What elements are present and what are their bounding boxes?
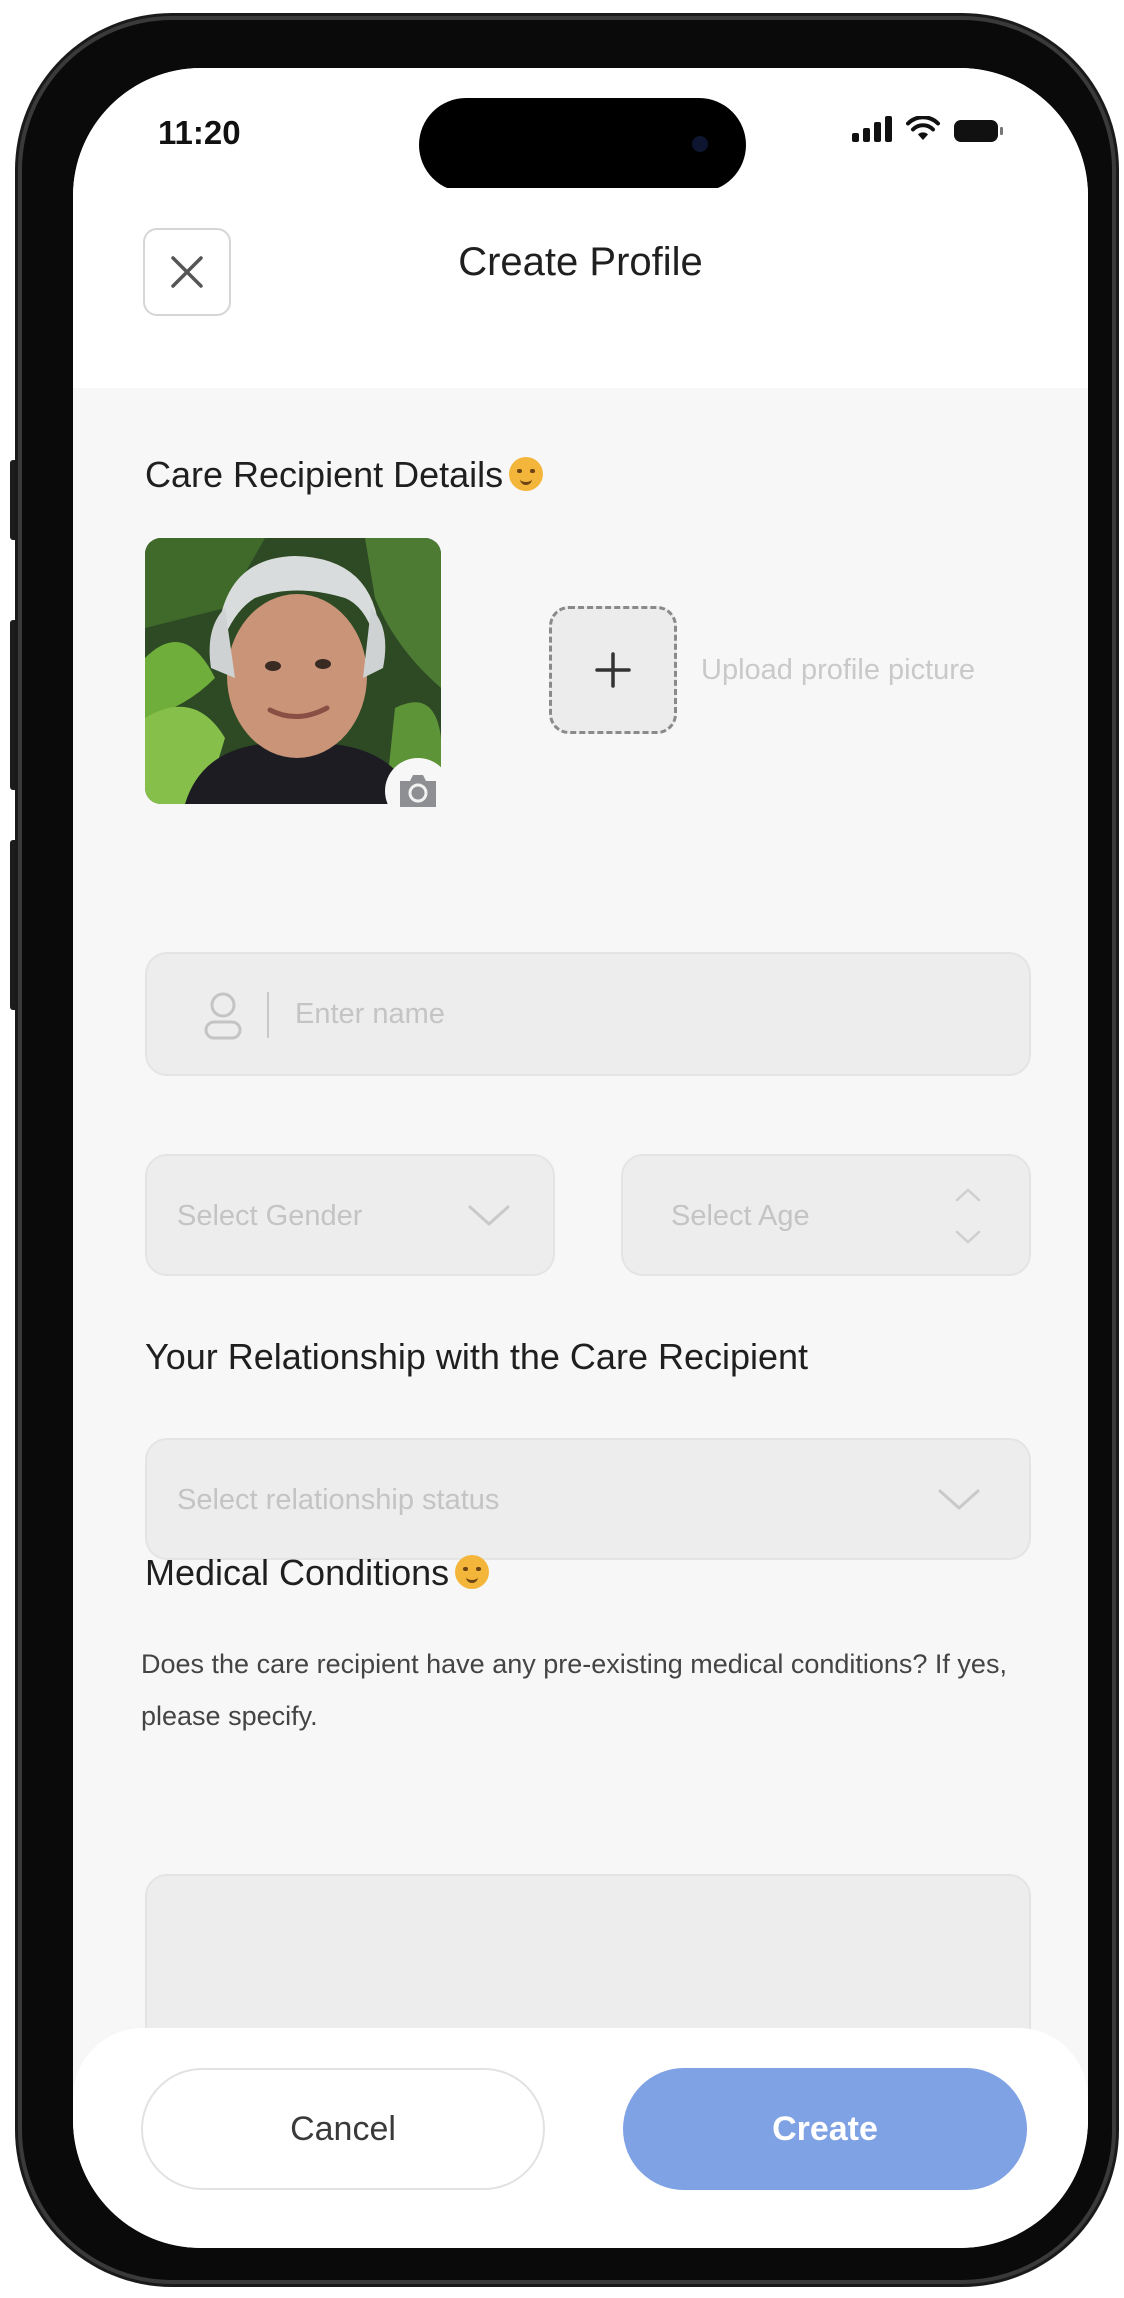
- status-bar: 11:20: [73, 68, 1088, 192]
- battery-icon: [954, 120, 1003, 142]
- relieved-face-emoji-icon: [509, 457, 544, 491]
- gender-select-placeholder: Select Gender: [177, 1200, 363, 1232]
- relationship-heading: Your Relationship with the Care Recipien…: [145, 1336, 809, 1377]
- volume-down-button: [10, 840, 20, 1010]
- name-field[interactable]: Enter name: [145, 952, 1031, 1076]
- age-select[interactable]: Select Age: [621, 1154, 1031, 1276]
- page-title: Create Profile: [458, 240, 703, 284]
- stepper-up-icon: [955, 1188, 981, 1202]
- medical-conditions-heading-text: Medical Conditions: [145, 1552, 450, 1593]
- wifi-icon: [906, 116, 940, 140]
- relationship-select-placeholder: Select relationship status: [177, 1484, 500, 1516]
- status-icons: [852, 116, 1003, 142]
- gender-select[interactable]: Select Gender: [145, 1154, 555, 1276]
- plus-icon: [595, 652, 631, 688]
- upload-picture-button[interactable]: [549, 606, 677, 734]
- care-recipient-heading-text: Care Recipient Details: [145, 454, 504, 495]
- name-input-placeholder: Enter name: [295, 998, 445, 1030]
- user-icon: [204, 992, 242, 1040]
- action-button: [10, 460, 20, 540]
- status-time: 11:20: [158, 114, 241, 151]
- chevron-down-icon: [938, 1489, 980, 1510]
- chevron-down-icon: [468, 1205, 510, 1226]
- cellular-signal-icon: [852, 116, 892, 142]
- camera-icon: [400, 775, 436, 807]
- cancel-button[interactable]: Cancel: [141, 2068, 545, 2190]
- stepper-down-icon: [955, 1230, 981, 1244]
- app-screen: 11:20 Create Profile Care Recipient Deta…: [73, 68, 1088, 2248]
- dynamic-island: [419, 98, 746, 192]
- volume-up-button: [10, 620, 20, 790]
- care-recipient-heading: Care Recipient Details: [145, 454, 544, 496]
- create-button[interactable]: Create: [623, 2068, 1027, 2190]
- change-photo-button[interactable]: [385, 758, 451, 824]
- medical-conditions-heading: Medical Conditions: [145, 1552, 490, 1594]
- smiling-emoji-icon: [455, 1555, 490, 1589]
- medical-conditions-description: Does the care recipient have any pre-exi…: [141, 1649, 1007, 1731]
- upload-picture-label: Upload profile picture: [701, 654, 976, 686]
- input-divider: [267, 992, 269, 1038]
- relationship-select[interactable]: Select relationship status: [145, 1438, 1031, 1560]
- age-select-placeholder: Select Age: [671, 1200, 810, 1232]
